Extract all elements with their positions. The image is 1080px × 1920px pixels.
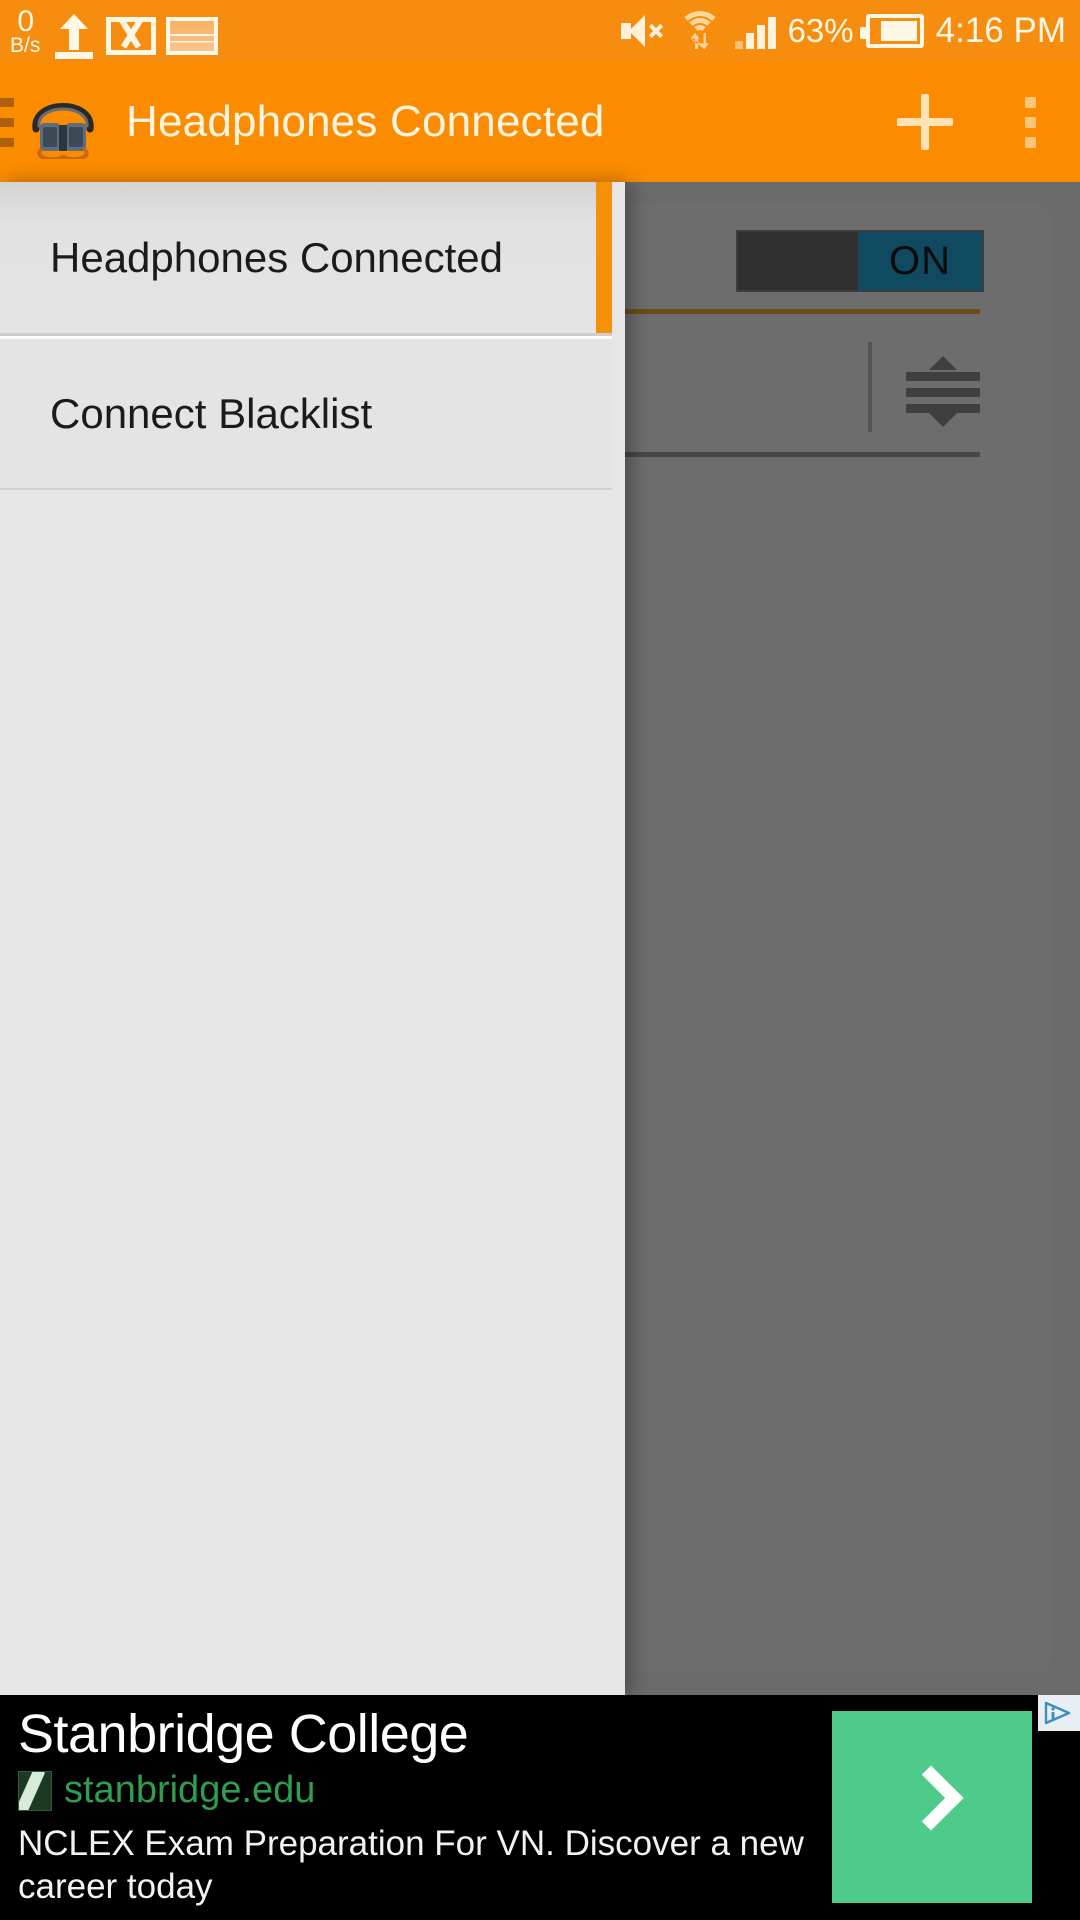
- network-speed-value: 0: [17, 5, 34, 38]
- action-bar: Headphones Connected: [0, 62, 1080, 182]
- ad-url: stanbridge.edu: [64, 1769, 316, 1811]
- network-speed-unit: B/s: [10, 34, 41, 57]
- action-bar-buttons: [870, 62, 1080, 182]
- ad-description: NCLEX Exam Preparation For VN. Discover …: [18, 1824, 804, 1906]
- hamburger-icon[interactable]: [0, 97, 14, 147]
- cellular-signal-icon: [734, 13, 776, 49]
- upload-icon: [52, 12, 96, 62]
- chevron-right-icon: [898, 1765, 964, 1831]
- status-bar: 0 B/s 63% 4:16 PM: [0, 0, 1080, 62]
- navigation-drawer: Headphones Connected Connect Blacklist: [0, 182, 625, 1695]
- drawer-item-headphones-connected[interactable]: Headphones Connected: [0, 182, 612, 336]
- battery-percentage: 63%: [787, 12, 854, 49]
- gmail-icon: [106, 17, 157, 55]
- status-bar-clock: 4:16 PM: [935, 11, 1066, 50]
- drawer-selection-accent: [596, 182, 612, 333]
- network-speed-indicator: 0 B/s: [10, 7, 40, 62]
- adchoices-icon[interactable]: [1038, 1695, 1080, 1731]
- drawer-item-label: Connect Blacklist: [50, 389, 373, 437]
- ad-banner[interactable]: Stanbridge College stanbridge.edu NCLEX …: [0, 1695, 1080, 1920]
- screenshot-icon: [166, 17, 219, 55]
- reorder-handle-icon[interactable]: [906, 350, 980, 427]
- toggle-knob: ON: [858, 232, 982, 290]
- toggle-state-label: ON: [889, 238, 951, 283]
- ad-cta-button[interactable]: [832, 1711, 1032, 1903]
- ad-url-row: stanbridge.edu: [18, 1769, 315, 1812]
- page-title: Headphones Connected: [126, 97, 605, 146]
- wifi-icon: [677, 11, 723, 51]
- drawer-item-label: Headphones Connected: [50, 233, 504, 281]
- add-button[interactable]: [870, 62, 980, 182]
- vertical-rule: [868, 342, 872, 432]
- headphones-icon: [26, 85, 100, 162]
- ad-headline: Stanbridge College: [18, 1704, 469, 1764]
- drawer-item-connect-blacklist[interactable]: Connect Blacklist: [0, 336, 612, 490]
- status-bar-left-icons: 0 B/s: [10, 0, 219, 62]
- battery-icon: [859, 14, 924, 48]
- enable-toggle-switch[interactable]: ON: [736, 230, 984, 292]
- overflow-menu-button[interactable]: [980, 62, 1080, 182]
- status-bar-right-icons: 63% 4:16 PM: [620, 11, 1066, 51]
- volume-mute-icon: [620, 13, 665, 49]
- drawer-empty-area: [0, 493, 625, 1695]
- phone-screen: 0 B/s 63% 4:16 PM Headphones Connected O…: [0, 0, 1080, 1920]
- stanbridge-favicon: [18, 1770, 52, 1811]
